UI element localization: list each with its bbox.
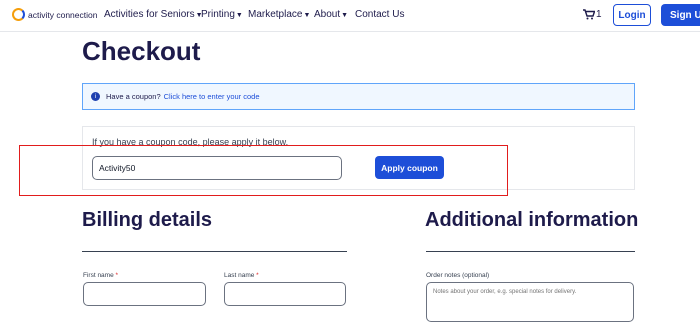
logo[interactable]: activity connection	[12, 8, 97, 21]
highlight-box	[19, 145, 508, 196]
enter-coupon-link[interactable]: Click here to enter your code	[164, 92, 260, 101]
chevron-down-icon: ▼	[235, 12, 243, 19]
nav-printing[interactable]: Printing▼	[201, 9, 243, 20]
order-notes-label: Order notes (optional)	[426, 272, 490, 279]
order-notes-field[interactable]	[426, 282, 634, 322]
billing-details-title: Billing details	[82, 209, 213, 231]
top-navbar: activity connection Activities for Senio…	[0, 0, 700, 32]
additional-information-title: Additional information	[425, 209, 639, 231]
cart-icon[interactable]	[583, 9, 596, 23]
coupon-notice-text: Have a coupon?	[106, 92, 161, 101]
logo-icon	[12, 8, 25, 21]
sign-up-button[interactable]: Sign Up	[661, 4, 700, 26]
first-name-label: First name *	[83, 272, 119, 279]
nav-contact-us[interactable]: Contact Us	[355, 9, 404, 20]
login-button[interactable]: Login	[613, 4, 651, 26]
chevron-down-icon: ▼	[341, 12, 349, 19]
info-icon: i	[91, 92, 100, 101]
chevron-down-icon: ▼	[303, 12, 311, 19]
last-name-label: Last name *	[224, 272, 259, 279]
cart-count: 1	[596, 9, 602, 20]
coupon-notice: i Have a coupon? Click here to enter you…	[82, 83, 635, 110]
nav-about[interactable]: About▼	[314, 9, 348, 20]
nav-marketplace[interactable]: Marketplace▼	[248, 9, 310, 20]
last-name-field[interactable]	[224, 282, 346, 306]
first-name-field[interactable]	[83, 282, 206, 306]
divider	[426, 251, 635, 252]
logo-text: activity connection	[28, 9, 98, 20]
divider	[82, 251, 347, 252]
nav-activities-for-seniors[interactable]: Activities for Seniors▼	[104, 9, 203, 20]
page-title: Checkout	[82, 36, 201, 66]
